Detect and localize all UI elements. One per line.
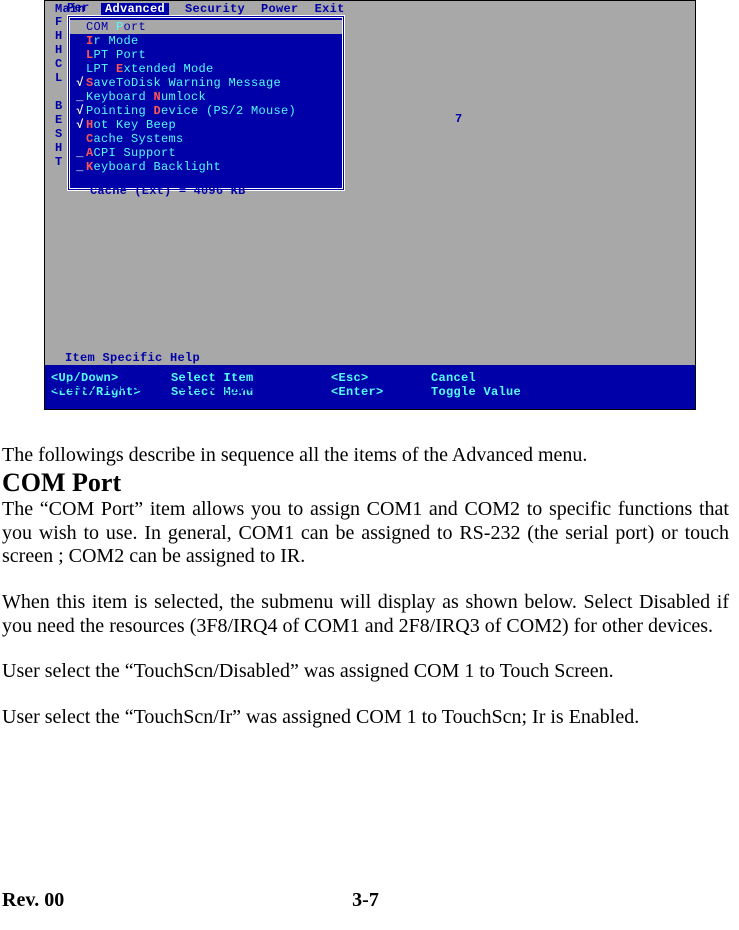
- menu-item-acpi[interactable]: _ ACPI Support: [70, 146, 342, 160]
- menu-label: ACPI Support: [86, 147, 176, 160]
- menu-label: Ir Mode: [86, 35, 139, 48]
- extra-value-seven: 7: [455, 113, 463, 126]
- menu-item-savetodisk[interactable]: √ SaveToDisk Warning Message: [70, 76, 342, 90]
- menu-label: Keyboard Backlight: [86, 161, 221, 174]
- menu-item-cache-systems[interactable]: Cache Systems: [70, 132, 342, 146]
- menu-item-ir-mode[interactable]: Ir Mode: [70, 34, 342, 48]
- help-title: Item Specific Help: [65, 352, 200, 365]
- menu-item-hotkey-beep[interactable]: √ Hot Key Beep: [70, 118, 342, 132]
- per-label: Per: [67, 2, 90, 15]
- menu-item-pointing[interactable]: √ Pointing Device (PS/2 Mouse): [70, 104, 342, 118]
- left-edge-letters: F H H C L B E S H T: [55, 15, 63, 169]
- cache-ext-line: Cache (Ext) = 4096 KB: [90, 185, 245, 198]
- menu-item-backlight[interactable]: _ Keyboard Backlight: [70, 160, 342, 174]
- paragraph-4: User select the “TouchScn/Ir” was assign…: [2, 706, 729, 730]
- heading-com-port: COM Port: [2, 468, 729, 499]
- menu-label: Pointing Device (PS/2 Mouse): [86, 105, 296, 118]
- help-text: Select COM 1 and COM 2 type.: [45, 365, 689, 396]
- menu-label: Hot Key Beep: [86, 119, 176, 132]
- menu-label: Keyboard Numlock: [86, 91, 206, 104]
- menu-label: Cache Systems: [86, 133, 184, 146]
- revision-label: Rev. 00: [2, 889, 64, 912]
- page-number: 3-7: [352, 889, 379, 912]
- menu-item-numlock[interactable]: _ Keyboard Numlock: [70, 90, 342, 104]
- document-body: The followings describe in sequence all …: [0, 410, 739, 729]
- menu-sym: √: [74, 119, 86, 132]
- menu-item-lpt-port[interactable]: LPT Port: [70, 48, 342, 62]
- menu-sym: _: [74, 91, 86, 104]
- menu-sym: _: [74, 161, 86, 174]
- menu-label: LPT Port: [86, 49, 146, 62]
- menu-item-com-port[interactable]: COM Port: [70, 20, 342, 34]
- menu-label: SaveToDisk Warning Message: [86, 77, 281, 90]
- menu-sym: √: [74, 77, 86, 90]
- bios-screenshot: Main Advanced Security Power Exit Per F …: [44, 0, 696, 410]
- paragraph-2: When this item is selected, the submenu …: [2, 591, 729, 638]
- paragraph-1: The “COM Port” item allows you to assign…: [2, 498, 729, 569]
- intro-paragraph: The followings describe in sequence all …: [2, 444, 729, 468]
- page-footer: Rev. 00 3-7: [2, 889, 729, 912]
- bios-left-pane: Per F H H C L B E S H T COM Port Ir Mode…: [45, 15, 485, 365]
- paragraph-3: User select the “TouchScn/Disabled” was …: [2, 660, 729, 684]
- menu-sym: _: [74, 147, 86, 160]
- menu-item-lpt-extended[interactable]: LPT Extended Mode: [70, 62, 342, 76]
- menu-label: COM Port: [86, 21, 146, 34]
- advanced-submenu: COM Port Ir Mode LPT Port LPT Extended M…: [67, 15, 345, 191]
- menu-label: LPT Extended Mode: [86, 63, 214, 76]
- menu-sym: √: [74, 105, 86, 118]
